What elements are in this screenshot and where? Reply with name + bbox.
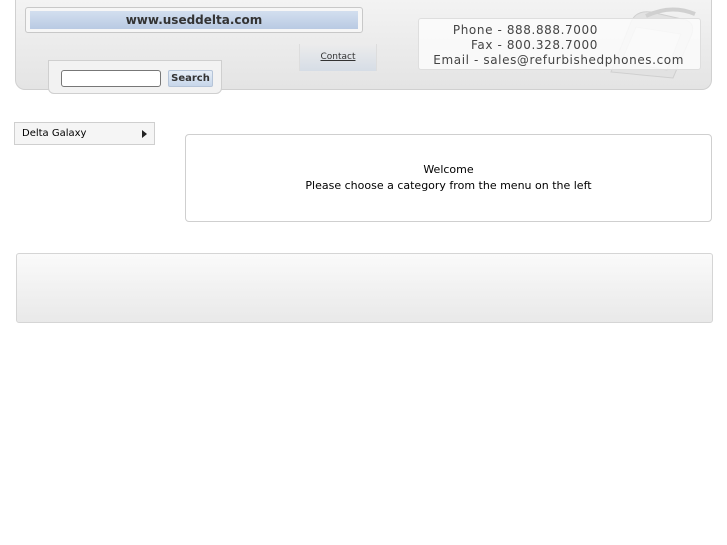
contact-fax: Fax - 800.328.7000 [471, 38, 598, 52]
search-panel: Search [48, 60, 222, 94]
page-title: Welcome [423, 163, 474, 176]
contact-email: Email - sales@refurbishedphones.com [433, 53, 684, 67]
contact-phone: Phone - 888.888.7000 [452, 23, 598, 37]
welcome-message: Please choose a category from the menu o… [305, 179, 592, 192]
contact-info-card: Phone - 888.888.7000 Fax - 800.328.7000 … [418, 18, 701, 70]
content-panel: Welcome Please choose a category from th… [185, 134, 712, 222]
site-banner: www.useddelta.com [25, 7, 363, 33]
footer [16, 253, 713, 323]
search-button[interactable]: Search [168, 70, 213, 87]
sidebar-item-delta-galaxy[interactable]: Delta Galaxy [14, 122, 155, 145]
chevron-right-icon [142, 130, 147, 138]
sidebar-item-label: Delta Galaxy [22, 128, 87, 139]
site-url: www.useddelta.com [30, 11, 358, 29]
contact-link[interactable]: Contact [320, 52, 355, 62]
nav-tab-contact[interactable]: Contact [299, 44, 377, 71]
search-input[interactable] [61, 70, 161, 87]
header: www.useddelta.com Contact Search Phone -… [15, 0, 712, 94]
